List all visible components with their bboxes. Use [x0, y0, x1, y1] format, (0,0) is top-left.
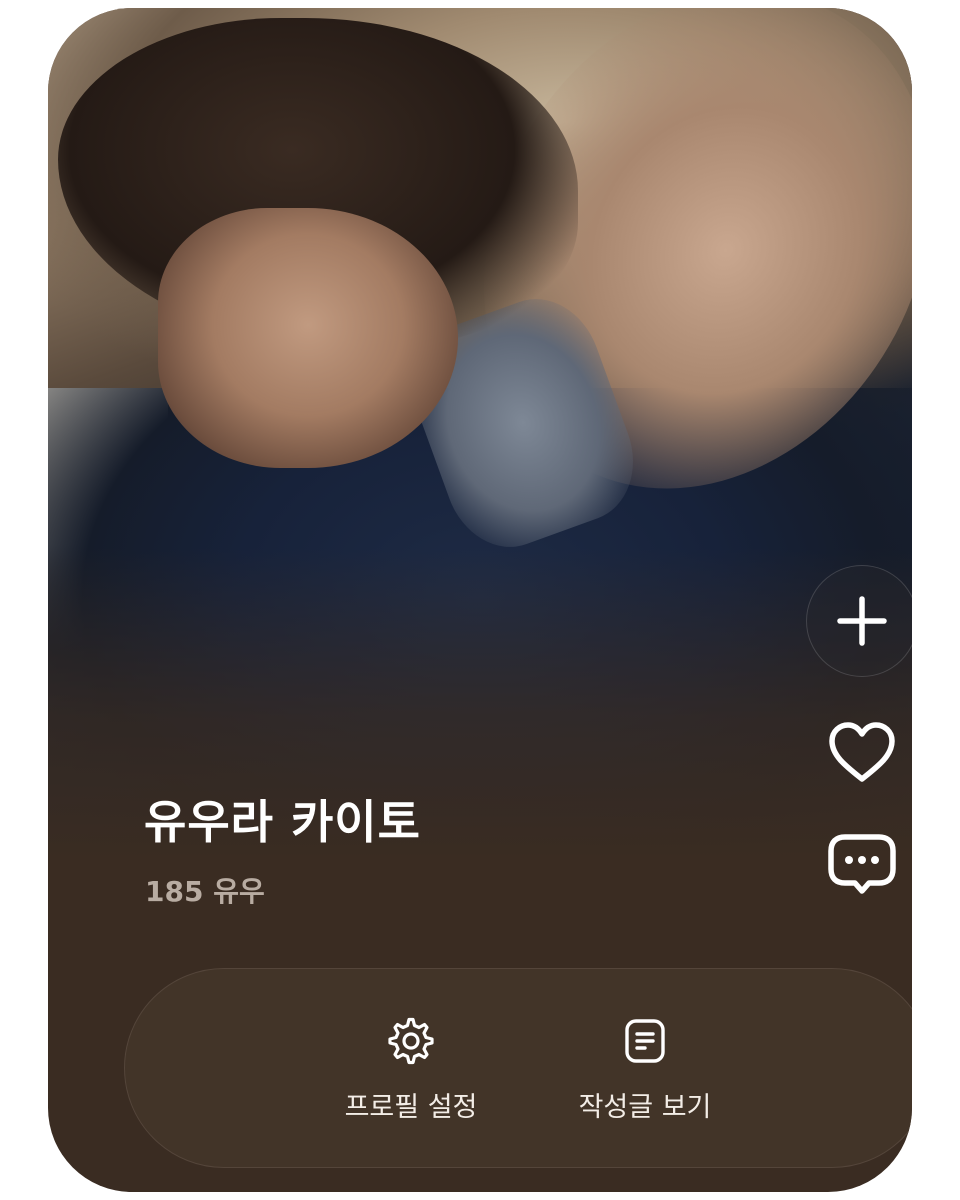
- profile-card: 유우라 카이토 185 유우 프로필 설정 작성글 보기: [48, 8, 912, 1192]
- photo-face: [158, 208, 458, 468]
- profile-settings-button[interactable]: 프로필 설정: [291, 969, 531, 1169]
- like-button[interactable]: [826, 717, 898, 789]
- view-posts-button[interactable]: 작성글 보기: [525, 969, 765, 1169]
- document-list-icon: [619, 1015, 671, 1067]
- add-button[interactable]: [806, 565, 912, 677]
- comment-button[interactable]: [826, 829, 898, 901]
- bottom-action-bar: 프로필 설정 작성글 보기: [124, 968, 912, 1168]
- heart-icon: [829, 722, 895, 782]
- follower-count: 185 유우: [145, 875, 265, 908]
- gear-icon: [385, 1015, 437, 1067]
- profile-name: 유우라 카이토: [144, 795, 421, 849]
- view-posts-label: 작성글 보기: [578, 1091, 712, 1123]
- profile-settings-label: 프로필 설정: [344, 1091, 478, 1123]
- plus-icon: [837, 596, 887, 646]
- chat-bubble-icon: [828, 834, 896, 894]
